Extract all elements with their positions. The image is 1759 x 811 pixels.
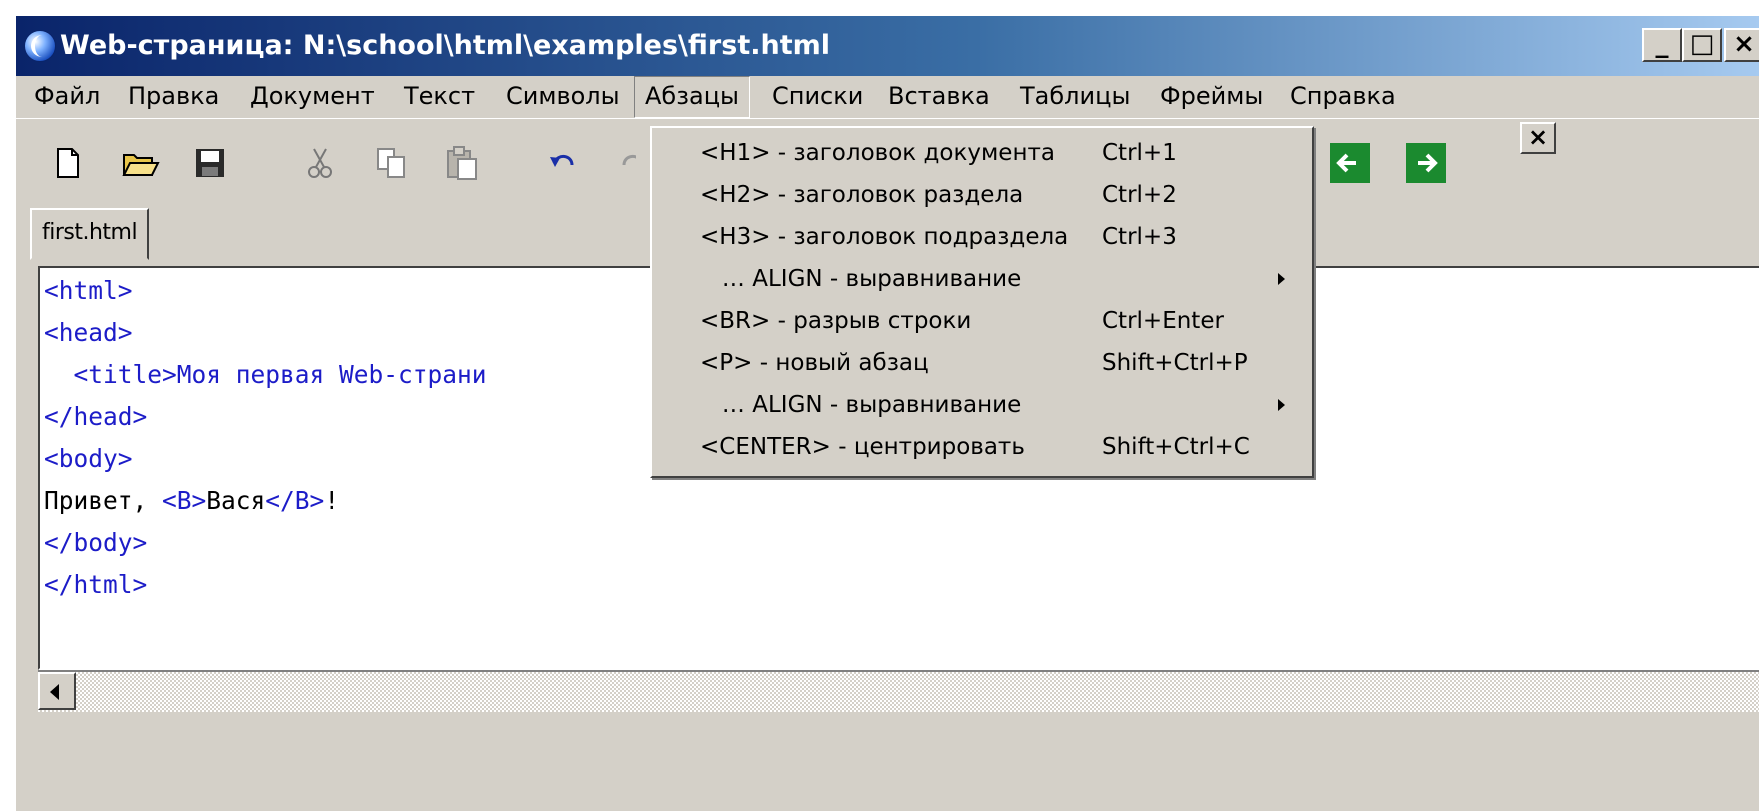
save-icon[interactable] xyxy=(188,143,232,183)
title-line: <title>Моя первая Web-страни xyxy=(44,360,487,389)
menu-insert[interactable]: Вставка xyxy=(888,76,990,116)
menu-item-shortcut: Ctrl+1 xyxy=(1102,140,1177,166)
code-line: </body> xyxy=(44,522,487,564)
menu-help[interactable]: Справка xyxy=(1290,76,1396,116)
code-line: <body> xyxy=(44,438,487,480)
menu-item-shortcut: Shift+Ctrl+C xyxy=(1102,434,1250,460)
menu-item-h1[interactable]: <H1> - заголовок документа Ctrl+1 xyxy=(652,132,1312,174)
scroll-left-arrow-icon[interactable] xyxy=(38,672,76,710)
toolbar-close-button[interactable]: × xyxy=(1520,122,1556,154)
open-folder-icon[interactable] xyxy=(118,143,162,183)
code-lines: <html> <head> <title>Моя первая Web-стра… xyxy=(44,270,487,606)
menu-item-p[interactable]: <P> - новый абзац Shift+Ctrl+P xyxy=(652,342,1312,384)
greeting-line: Привет, <B>Вася</B>! xyxy=(44,486,340,515)
menu-paragraphs[interactable]: Абзацы xyxy=(634,76,750,118)
menu-item-shortcut: Ctrl+Enter xyxy=(1102,308,1224,334)
close-button[interactable]: × xyxy=(1724,28,1759,62)
head-open-tag: <head> xyxy=(44,318,133,347)
app-globe-icon[interactable] xyxy=(24,30,56,62)
body-close-tag: </body> xyxy=(44,528,148,557)
menu-frames[interactable]: Фреймы xyxy=(1160,76,1263,116)
back-arrow-icon[interactable] xyxy=(1328,143,1372,183)
menu-item-shortcut: Shift+Ctrl+P xyxy=(1102,350,1248,376)
menu-item-label: <P> - новый абзац xyxy=(700,350,929,376)
menu-item-br[interactable]: <BR> - разрыв строки Ctrl+Enter xyxy=(652,300,1312,342)
forward-arrow-icon[interactable] xyxy=(1404,143,1448,183)
menu-item-label: <BR> - разрыв строки xyxy=(700,308,972,334)
minimize-button[interactable]: _ xyxy=(1642,28,1682,62)
redo-icon[interactable] xyxy=(610,143,636,183)
maximize-button[interactable]: □ xyxy=(1682,28,1722,62)
menu-text[interactable]: Текст xyxy=(404,76,475,116)
menu-file[interactable]: Файл xyxy=(34,76,100,116)
menu-item-label: … ALIGN - выравнивание xyxy=(700,266,1022,292)
menu-item-label: … ALIGN - выравнивание xyxy=(700,392,1022,418)
menu-item-center[interactable]: <CENTER> - центрировать Shift+Ctrl+C xyxy=(652,426,1312,468)
head-close-tag: </head> xyxy=(44,402,148,431)
window-title: Web-страница: N:\school\html\examples\fi… xyxy=(60,30,831,61)
menu-item-label: <H1> - заголовок документа xyxy=(700,140,1055,166)
application-window: Web-страница: N:\school\html\examples\fi… xyxy=(14,14,1759,811)
menu-item-label: <H2> - заголовок раздела xyxy=(700,182,1024,208)
menu-item-heading-align[interactable]: … ALIGN - выравнивание xyxy=(652,258,1312,300)
html-open-tag: <html> xyxy=(44,276,133,305)
menu-lists[interactable]: Списки xyxy=(772,76,863,116)
horizontal-scrollbar[interactable] xyxy=(38,670,1759,712)
paragraphs-dropdown-menu: <H1> - заголовок документа Ctrl+1 <H2> - … xyxy=(650,126,1314,478)
submenu-arrow-icon xyxy=(1278,273,1285,285)
menu-item-shortcut: Ctrl+2 xyxy=(1102,182,1177,208)
menu-item-label: <H3> - заголовок подраздела xyxy=(700,224,1069,250)
menu-item-label: <CENTER> - центрировать xyxy=(700,434,1025,460)
cut-icon[interactable] xyxy=(298,143,342,183)
title-bar[interactable]: Web-страница: N:\school\html\examples\fi… xyxy=(16,16,1759,76)
code-line: </html> xyxy=(44,564,487,606)
menu-edit[interactable]: Правка xyxy=(128,76,219,116)
menu-document[interactable]: Документ xyxy=(250,76,375,116)
submenu-arrow-icon xyxy=(1278,399,1285,411)
menu-tables[interactable]: Таблицы xyxy=(1020,76,1130,116)
tab-first-html[interactable]: first.html xyxy=(30,208,150,260)
menu-item-h3[interactable]: <H3> - заголовок подраздела Ctrl+3 xyxy=(652,216,1312,258)
html-close-tag: </html> xyxy=(44,570,148,599)
code-line: </head> xyxy=(44,396,487,438)
menu-bar: Файл Правка Документ Текст Символы Абзац… xyxy=(16,76,1759,118)
code-line: <head> xyxy=(44,312,487,354)
menu-item-paragraph-align[interactable]: … ALIGN - выравнивание xyxy=(652,384,1312,426)
copy-icon[interactable] xyxy=(370,143,414,183)
code-line: Привет, <B>Вася</B>! xyxy=(44,480,487,522)
body-open-tag: <body> xyxy=(44,444,133,473)
menu-symbols[interactable]: Символы xyxy=(506,76,620,116)
menu-item-shortcut: Ctrl+3 xyxy=(1102,224,1177,250)
menu-item-h2[interactable]: <H2> - заголовок раздела Ctrl+2 xyxy=(652,174,1312,216)
code-line: <html> xyxy=(44,270,487,312)
code-line: <title>Моя первая Web-страни xyxy=(44,354,487,396)
undo-icon[interactable] xyxy=(542,143,586,183)
new-document-icon[interactable] xyxy=(46,143,90,183)
paste-icon[interactable] xyxy=(440,143,484,183)
